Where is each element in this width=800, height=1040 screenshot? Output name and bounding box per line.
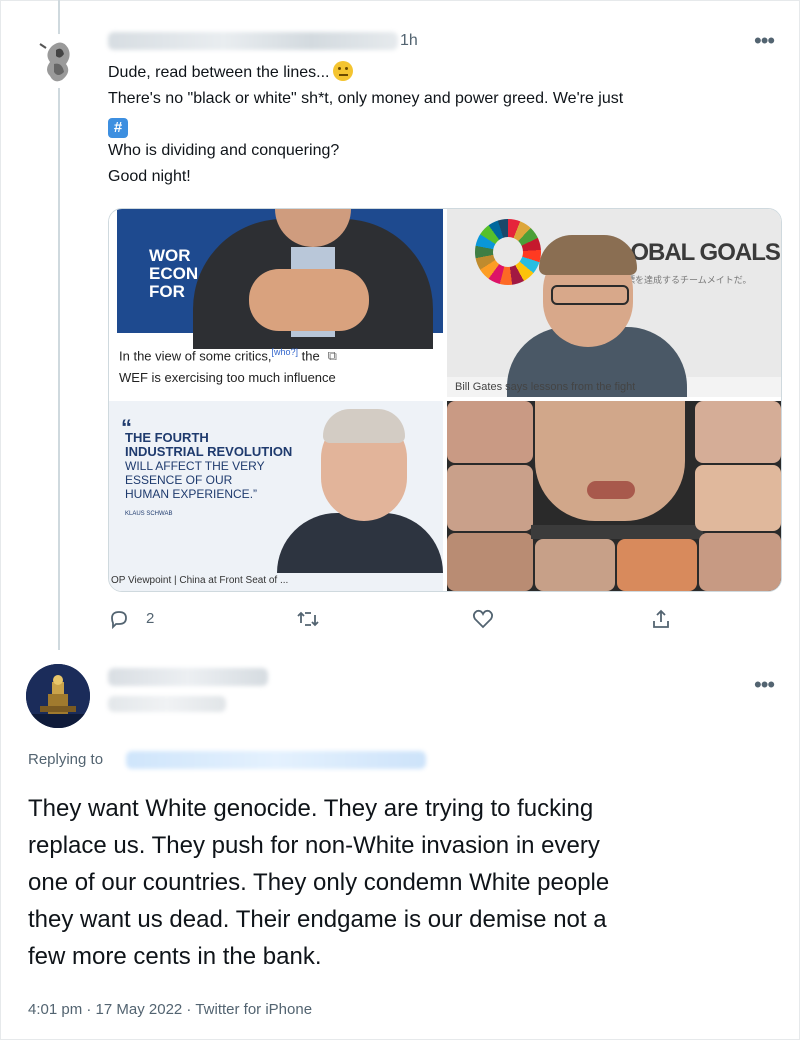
reply-count: 2 — [146, 610, 155, 627]
wef-logo: WOR ECON FOR — [149, 246, 199, 301]
more-horizontal-icon[interactable]: ••• — [754, 30, 775, 52]
blurred-reply-mentions[interactable] — [126, 751, 426, 769]
image-caption: OP Viewpoint | China at Front Seat of ..… — [111, 575, 289, 586]
media-image-wef[interactable]: WOR ECON FOR In the view of some critics… — [109, 209, 443, 397]
blurred-display-name[interactable] — [108, 668, 268, 686]
blurred-handle[interactable] — [108, 696, 226, 712]
tweet-line: There's no "black or white" sh*t, only m… — [108, 90, 624, 107]
collage-face — [447, 533, 533, 591]
media-image-schwab-quote[interactable]: “ THE FOURTH INDUSTRIAL REVOLUTION WILL … — [109, 401, 443, 591]
tweet-text: Dude, read between the lines... There's … — [108, 60, 768, 190]
quote-author: KLAUS SCHWAB — [125, 511, 173, 517]
image-caption: Bill Gates says lessons from the fight — [455, 381, 636, 393]
blurred-username[interactable] — [108, 32, 398, 50]
tweet-line: replace us. They push for non-White inva… — [28, 832, 600, 859]
collage-face — [695, 401, 781, 463]
avatar[interactable] — [32, 34, 86, 88]
share-icon — [653, 609, 669, 628]
person-hair — [323, 409, 405, 443]
collage-face — [617, 539, 697, 591]
heart-icon — [472, 609, 494, 629]
sdg-wheel-center — [493, 237, 523, 267]
collage-face-large — [535, 401, 685, 521]
tweet-line: few more cents in the bank. — [28, 943, 322, 970]
retweet-icon — [297, 611, 319, 627]
person-hands — [249, 269, 369, 331]
collage-face-mouth — [587, 481, 635, 499]
glasses — [551, 285, 629, 305]
expand-icon: ⧉ — [327, 348, 337, 364]
quote-headline: THE FOURTH INDUSTRIAL REVOLUTION — [125, 430, 293, 459]
thinking-face-icon — [333, 61, 354, 81]
collage-face — [535, 539, 615, 591]
tweet-line: They want White genocide. They are tryin… — [28, 795, 594, 822]
thread-connector — [58, 0, 60, 650]
tweet-text: They want White genocide. They are tryin… — [28, 790, 788, 975]
more-horizontal-icon[interactable]: ••• — [754, 674, 775, 696]
goals-subtitle: 目標を達成するチームメイトだ。 — [617, 275, 752, 285]
tweet-line: Who is dividing and conquering? — [108, 142, 340, 159]
media-image-global-goals[interactable]: GLOBAL GOALS 目標を達成するチームメイトだ。 Bill Gates … — [447, 209, 781, 397]
tweet-line: Good night! — [108, 168, 191, 185]
media-image-collage[interactable] — [447, 401, 781, 591]
tweet-line: one of our countries. They only condemn … — [28, 869, 610, 896]
collage-collar — [531, 525, 703, 539]
collage-face — [447, 465, 533, 531]
media-grid: WOR ECON FOR In the view of some critics… — [108, 208, 782, 592]
collage-face — [695, 465, 781, 531]
image-caption: In the view of some critics,[who?] the ⧉ … — [119, 347, 337, 386]
collage-face — [447, 401, 533, 463]
reply-icon — [111, 611, 127, 630]
quote-body: WILL AFFECT THE VERY ESSENCE OF OUR HUMA… — [125, 459, 265, 501]
person-hair — [539, 235, 637, 275]
tweet-metadata[interactable]: 4:01 pm · 17 May 2022 · Twitter for iPho… — [28, 1001, 312, 1018]
tweet-line: they want us dead. Their endgame is our … — [28, 906, 607, 933]
replying-to-label: Replying to — [28, 751, 104, 768]
person-suit — [277, 513, 443, 573]
tweet-line: Dude, read between the lines... — [108, 64, 330, 81]
avatar[interactable] — [26, 664, 90, 728]
hash-keycap-icon: # — [108, 118, 128, 138]
tweet-time[interactable]: 1h — [400, 32, 418, 50]
collage-face — [699, 533, 781, 591]
